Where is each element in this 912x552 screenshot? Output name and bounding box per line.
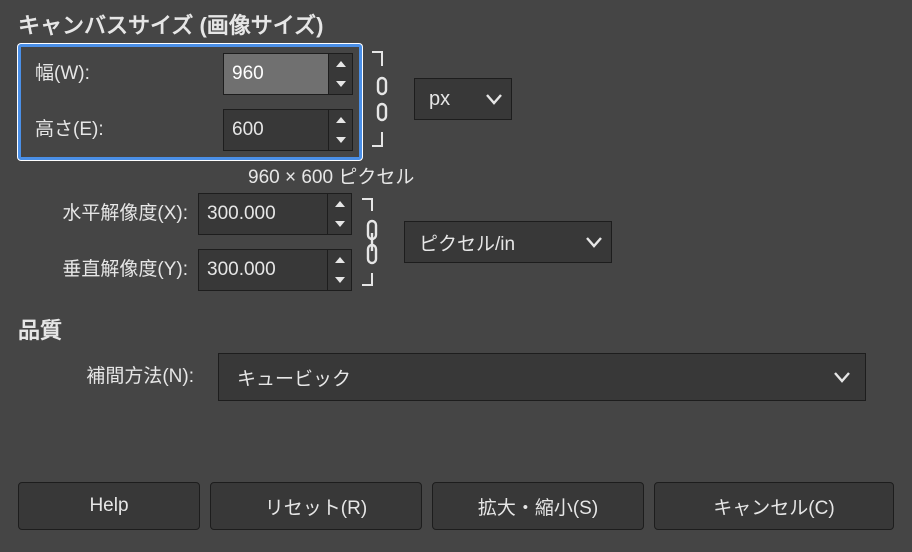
quality-title: 品質 — [18, 313, 894, 345]
height-step-down[interactable] — [329, 130, 352, 150]
width-step-down[interactable] — [329, 74, 352, 94]
chevron-down-icon — [833, 368, 851, 386]
width-step-up[interactable] — [329, 54, 352, 74]
res-y-step-up[interactable] — [328, 250, 351, 270]
interpolation-select[interactable]: キュービック — [218, 353, 866, 401]
res-y-label: 垂直解像度(Y): — [18, 249, 198, 291]
width-label: 幅(W): — [27, 53, 223, 95]
canvas-caption: 960 × 600 ピクセル — [248, 162, 894, 189]
width-input[interactable] — [224, 54, 328, 94]
canvas-unit-select[interactable]: px — [414, 78, 512, 120]
reset-button[interactable]: リセット(R) — [210, 482, 422, 530]
canvas-size-title: キャンバスサイズ (画像サイズ) — [18, 8, 894, 40]
interpolation-value: キュービック — [237, 364, 351, 391]
res-y-input[interactable] — [199, 250, 327, 290]
canvas-unit-value: px — [429, 88, 450, 111]
canvas-size-frame: 幅(W): 高さ(E): — [18, 44, 362, 160]
resolution-unit-value: ピクセル/in — [419, 229, 515, 256]
res-x-input[interactable] — [199, 194, 327, 234]
res-y-step-down[interactable] — [328, 270, 351, 290]
scale-button[interactable]: 拡大・縮小(S) — [432, 482, 644, 530]
chevron-down-icon — [485, 90, 503, 108]
res-y-spinner[interactable] — [198, 249, 352, 291]
res-x-step-up[interactable] — [328, 194, 351, 214]
height-input[interactable] — [224, 110, 328, 150]
canvas-chain-icon[interactable] — [370, 44, 398, 154]
cancel-button[interactable]: キャンセル(C) — [654, 482, 894, 530]
height-label: 高さ(E): — [27, 109, 223, 151]
chevron-down-icon — [585, 233, 603, 251]
res-x-spinner[interactable] — [198, 193, 352, 235]
resolution-chain-icon[interactable] — [360, 193, 388, 291]
res-x-step-down[interactable] — [328, 214, 351, 234]
interpolation-label: 補間方法(N): — [18, 353, 218, 401]
res-x-label: 水平解像度(X): — [18, 193, 198, 235]
width-spinner[interactable] — [223, 53, 353, 95]
height-spinner[interactable] — [223, 109, 353, 151]
help-button[interactable]: Help — [18, 482, 200, 530]
height-step-up[interactable] — [329, 110, 352, 130]
resolution-unit-select[interactable]: ピクセル/in — [404, 221, 612, 263]
